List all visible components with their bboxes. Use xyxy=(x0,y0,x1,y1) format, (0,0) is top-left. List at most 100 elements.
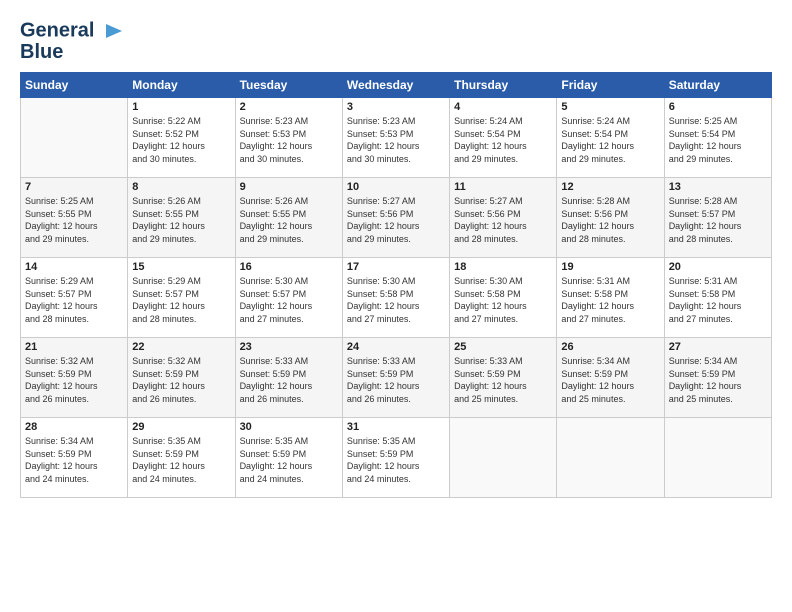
col-header-monday: Monday xyxy=(128,73,235,98)
week-row-2: 7 Sunrise: 5:25 AM Sunset: 5:55 PM Daylig… xyxy=(21,178,772,258)
col-header-thursday: Thursday xyxy=(450,73,557,98)
day-info: Sunrise: 5:28 AM Sunset: 5:56 PM Dayligh… xyxy=(561,195,659,245)
day-cell: 29 Sunrise: 5:35 AM Sunset: 5:59 PM Dayli… xyxy=(128,418,235,498)
day-number: 11 xyxy=(454,181,552,193)
day-number: 24 xyxy=(347,341,445,353)
day-info: Sunrise: 5:25 AM Sunset: 5:54 PM Dayligh… xyxy=(669,115,767,165)
week-row-1: 1 Sunrise: 5:22 AM Sunset: 5:52 PM Daylig… xyxy=(21,98,772,178)
day-number: 25 xyxy=(454,341,552,353)
day-info: Sunrise: 5:33 AM Sunset: 5:59 PM Dayligh… xyxy=(454,355,552,405)
day-cell: 13 Sunrise: 5:28 AM Sunset: 5:57 PM Dayli… xyxy=(664,178,771,258)
col-header-friday: Friday xyxy=(557,73,664,98)
day-number: 9 xyxy=(240,181,338,193)
day-info: Sunrise: 5:35 AM Sunset: 5:59 PM Dayligh… xyxy=(132,435,230,485)
header: General Blue xyxy=(20,20,772,62)
week-row-3: 14 Sunrise: 5:29 AM Sunset: 5:57 PM Dayli… xyxy=(21,258,772,338)
day-number: 27 xyxy=(669,341,767,353)
day-info: Sunrise: 5:33 AM Sunset: 5:59 PM Dayligh… xyxy=(240,355,338,405)
day-cell: 7 Sunrise: 5:25 AM Sunset: 5:55 PM Daylig… xyxy=(21,178,128,258)
day-number: 12 xyxy=(561,181,659,193)
day-info: Sunrise: 5:24 AM Sunset: 5:54 PM Dayligh… xyxy=(454,115,552,165)
day-cell: 31 Sunrise: 5:35 AM Sunset: 5:59 PM Dayli… xyxy=(342,418,449,498)
day-cell: 23 Sunrise: 5:33 AM Sunset: 5:59 PM Dayli… xyxy=(235,338,342,418)
day-info: Sunrise: 5:26 AM Sunset: 5:55 PM Dayligh… xyxy=(240,195,338,245)
day-info: Sunrise: 5:30 AM Sunset: 5:58 PM Dayligh… xyxy=(454,275,552,325)
day-number: 28 xyxy=(25,421,123,433)
day-number: 5 xyxy=(561,101,659,113)
day-info: Sunrise: 5:29 AM Sunset: 5:57 PM Dayligh… xyxy=(132,275,230,325)
day-number: 4 xyxy=(454,101,552,113)
col-header-tuesday: Tuesday xyxy=(235,73,342,98)
day-info: Sunrise: 5:35 AM Sunset: 5:59 PM Dayligh… xyxy=(347,435,445,485)
col-header-saturday: Saturday xyxy=(664,73,771,98)
day-cell: 20 Sunrise: 5:31 AM Sunset: 5:58 PM Dayli… xyxy=(664,258,771,338)
day-number: 21 xyxy=(25,341,123,353)
day-number: 20 xyxy=(669,261,767,273)
day-number: 31 xyxy=(347,421,445,433)
day-number: 26 xyxy=(561,341,659,353)
day-cell xyxy=(450,418,557,498)
day-cell: 22 Sunrise: 5:32 AM Sunset: 5:59 PM Dayli… xyxy=(128,338,235,418)
day-cell xyxy=(21,98,128,178)
day-cell: 12 Sunrise: 5:28 AM Sunset: 5:56 PM Dayli… xyxy=(557,178,664,258)
day-info: Sunrise: 5:22 AM Sunset: 5:52 PM Dayligh… xyxy=(132,115,230,165)
day-cell: 21Sunrise: 5:32 AM Sunset: 5:59 PM Dayli… xyxy=(21,338,128,418)
day-info: Sunrise: 5:24 AM Sunset: 5:54 PM Dayligh… xyxy=(561,115,659,165)
day-cell: 8 Sunrise: 5:26 AM Sunset: 5:55 PM Daylig… xyxy=(128,178,235,258)
calendar-table: SundayMondayTuesdayWednesdayThursdayFrid… xyxy=(20,72,772,498)
day-info: Sunrise: 5:31 AM Sunset: 5:58 PM Dayligh… xyxy=(669,275,767,325)
day-number: 8 xyxy=(132,181,230,193)
day-number: 7 xyxy=(25,181,123,193)
day-cell: 16Sunrise: 5:30 AM Sunset: 5:57 PM Dayli… xyxy=(235,258,342,338)
day-info: Sunrise: 5:25 AM Sunset: 5:55 PM Dayligh… xyxy=(25,195,123,245)
day-info: Sunrise: 5:27 AM Sunset: 5:56 PM Dayligh… xyxy=(454,195,552,245)
day-info: Sunrise: 5:34 AM Sunset: 5:59 PM Dayligh… xyxy=(561,355,659,405)
day-cell: 30 Sunrise: 5:35 AM Sunset: 5:59 PM Dayli… xyxy=(235,418,342,498)
day-info: Sunrise: 5:28 AM Sunset: 5:57 PM Dayligh… xyxy=(669,195,767,245)
day-number: 3 xyxy=(347,101,445,113)
day-info: Sunrise: 5:34 AM Sunset: 5:59 PM Dayligh… xyxy=(25,435,123,485)
day-cell: 5 Sunrise: 5:24 AM Sunset: 5:54 PM Daylig… xyxy=(557,98,664,178)
logo: General Blue xyxy=(20,20,124,62)
day-cell: 28 Sunrise: 5:34 AM Sunset: 5:59 PM Dayli… xyxy=(21,418,128,498)
day-cell: 14Sunrise: 5:29 AM Sunset: 5:57 PM Dayli… xyxy=(21,258,128,338)
logo-text-blue: Blue xyxy=(20,42,63,62)
header-row: SundayMondayTuesdayWednesdayThursdayFrid… xyxy=(21,73,772,98)
day-number: 13 xyxy=(669,181,767,193)
day-info: Sunrise: 5:35 AM Sunset: 5:59 PM Dayligh… xyxy=(240,435,338,485)
day-info: Sunrise: 5:23 AM Sunset: 5:53 PM Dayligh… xyxy=(240,115,338,165)
day-info: Sunrise: 5:31 AM Sunset: 5:58 PM Dayligh… xyxy=(561,275,659,325)
day-number: 14 xyxy=(25,261,123,273)
day-cell: 1 Sunrise: 5:22 AM Sunset: 5:52 PM Daylig… xyxy=(128,98,235,178)
day-number: 22 xyxy=(132,341,230,353)
day-cell: 19 Sunrise: 5:31 AM Sunset: 5:58 PM Dayli… xyxy=(557,258,664,338)
day-cell: 9 Sunrise: 5:26 AM Sunset: 5:55 PM Daylig… xyxy=(235,178,342,258)
day-info: Sunrise: 5:26 AM Sunset: 5:55 PM Dayligh… xyxy=(132,195,230,245)
col-header-wednesday: Wednesday xyxy=(342,73,449,98)
logo-triangle-icon xyxy=(102,20,124,42)
day-cell: 6Sunrise: 5:25 AM Sunset: 5:54 PM Daylig… xyxy=(664,98,771,178)
day-number: 16 xyxy=(240,261,338,273)
day-info: Sunrise: 5:33 AM Sunset: 5:59 PM Dayligh… xyxy=(347,355,445,405)
day-number: 29 xyxy=(132,421,230,433)
day-number: 10 xyxy=(347,181,445,193)
col-header-sunday: Sunday xyxy=(21,73,128,98)
day-info: Sunrise: 5:30 AM Sunset: 5:58 PM Dayligh… xyxy=(347,275,445,325)
day-cell: 17Sunrise: 5:30 AM Sunset: 5:58 PM Dayli… xyxy=(342,258,449,338)
logo-text-general: General xyxy=(20,20,124,42)
day-cell xyxy=(557,418,664,498)
day-number: 19 xyxy=(561,261,659,273)
week-row-4: 21 Sunrise: 5:32 AM Sunset: 5:59 PM Dayli… xyxy=(21,338,772,418)
day-number: 23 xyxy=(240,341,338,353)
day-info: Sunrise: 5:32 AM Sunset: 5:59 PM Dayligh… xyxy=(132,355,230,405)
day-cell xyxy=(664,418,771,498)
day-cell: 26 Sunrise: 5:34 AM Sunset: 5:59 PM Dayli… xyxy=(557,338,664,418)
day-cell: 10Sunrise: 5:27 AM Sunset: 5:56 PM Dayli… xyxy=(342,178,449,258)
day-number: 1 xyxy=(132,101,230,113)
page: General Blue SundayMondayTuesdayWednesda… xyxy=(0,0,792,612)
week-row-5: 28 Sunrise: 5:34 AM Sunset: 5:59 PM Dayli… xyxy=(21,418,772,498)
day-number: 30 xyxy=(240,421,338,433)
day-cell: 25 Sunrise: 5:33 AM Sunset: 5:59 PM Dayli… xyxy=(450,338,557,418)
day-number: 15 xyxy=(132,261,230,273)
day-cell: 18Sunrise: 5:30 AM Sunset: 5:58 PM Dayli… xyxy=(450,258,557,338)
